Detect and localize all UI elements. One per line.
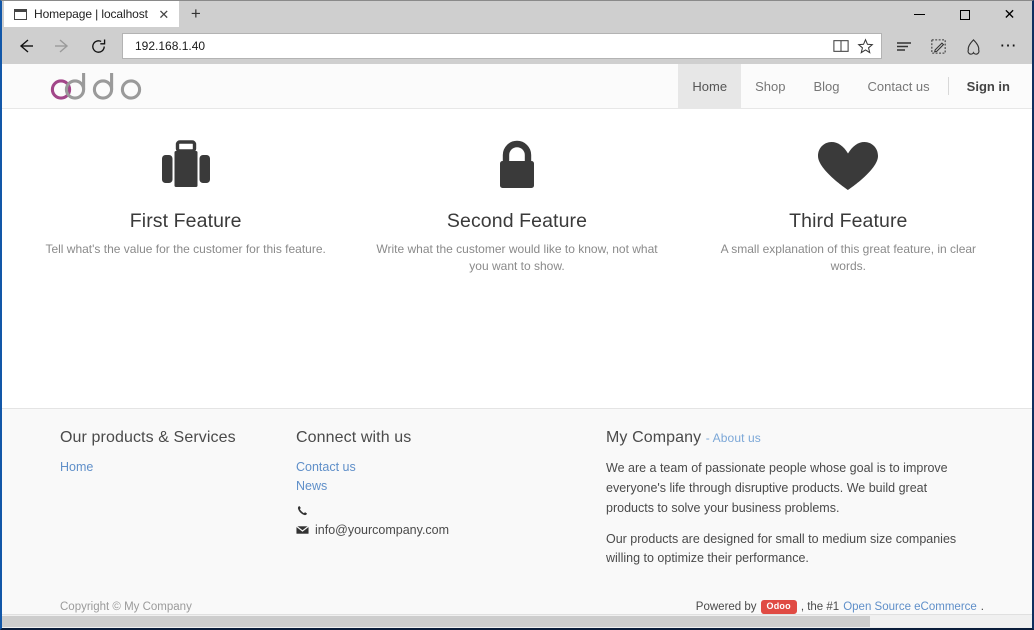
feature-title: First Feature bbox=[129, 210, 242, 232]
nav-item-contact-us[interactable]: Contact us bbox=[854, 64, 944, 108]
nav-item-shop[interactable]: Shop bbox=[741, 64, 799, 108]
page-icon bbox=[14, 8, 27, 20]
web-note-button[interactable] bbox=[921, 31, 956, 61]
new-tab-button[interactable]: + bbox=[178, 1, 213, 27]
footer-heading: Connect with us bbox=[296, 429, 412, 447]
refresh-button[interactable] bbox=[80, 31, 116, 61]
about-us-link[interactable]: - About us bbox=[706, 431, 761, 445]
lock-icon bbox=[375, 135, 658, 197]
nav-item-blog[interactable]: Blog bbox=[799, 64, 853, 108]
odoo-website: Home Shop Blog Contact us Sign in First … bbox=[2, 64, 1032, 614]
share-button[interactable] bbox=[956, 31, 991, 61]
minimize-icon bbox=[914, 14, 925, 15]
feature-block: First Feature Tell what's the value for … bbox=[20, 135, 351, 258]
site-nav: Home Shop Blog Contact us Sign in bbox=[678, 64, 1032, 108]
window-close-button[interactable]: ✕ bbox=[987, 1, 1032, 28]
footer-column-products: Our products & Services Home bbox=[60, 429, 296, 580]
feature-description: A small explanation of this great featur… bbox=[720, 242, 977, 274]
site-header: Home Shop Blog Contact us Sign in bbox=[2, 64, 1032, 109]
title-bar: Homepage | localhost ✕ + ✕ bbox=[2, 1, 1032, 28]
company-paragraph: We are a team of passionate people whose… bbox=[606, 461, 948, 515]
horizontal-scrollbar[interactable] bbox=[2, 614, 1032, 628]
footer-column-connect: Connect with us Contact us News info@you… bbox=[296, 429, 606, 580]
phone-icon bbox=[296, 505, 309, 516]
footer-column-company: My Company - About us We are a team of p… bbox=[606, 429, 987, 580]
site-footer: Our products & Services Home Connect wit… bbox=[2, 408, 1032, 614]
nav-item-home[interactable]: Home bbox=[678, 64, 742, 108]
browser-tab[interactable]: Homepage | localhost ✕ bbox=[4, 1, 179, 27]
footer-heading: My Company - About us bbox=[606, 429, 967, 447]
star-icon[interactable] bbox=[853, 34, 877, 58]
envelope-icon bbox=[296, 525, 309, 535]
back-button[interactable] bbox=[8, 31, 44, 61]
company-name: My Company bbox=[606, 429, 702, 447]
sign-in-link[interactable]: Sign in bbox=[953, 64, 1010, 108]
odoo-logo[interactable] bbox=[2, 64, 145, 108]
feature-title: Second Feature bbox=[446, 210, 588, 232]
hub-button[interactable] bbox=[886, 31, 921, 61]
powered-by: Powered by Odoo , the #1 Open Source eCo… bbox=[696, 600, 984, 614]
feature-title: Third Feature bbox=[789, 210, 908, 232]
hub-lines-icon bbox=[896, 42, 911, 51]
tab-title: Homepage | localhost bbox=[34, 7, 148, 21]
scrollbar-thumb[interactable] bbox=[2, 616, 870, 627]
footer-link-home[interactable]: Home bbox=[60, 459, 296, 476]
odoo-wordmark-icon bbox=[50, 73, 142, 100]
feature-block: Third Feature A small explanation of thi… bbox=[683, 135, 1014, 275]
feature-description: Write what the customer would like to kn… bbox=[376, 242, 658, 274]
window-controls: ✕ bbox=[897, 1, 1032, 28]
forward-button[interactable] bbox=[44, 31, 80, 61]
heart-icon bbox=[707, 135, 990, 197]
footer-email-row: info@yourcompany.com bbox=[296, 521, 606, 538]
powered-mid: , the #1 bbox=[800, 601, 840, 613]
footer-phone-row bbox=[296, 502, 606, 519]
page-viewport: Home Shop Blog Contact us Sign in First … bbox=[2, 64, 1032, 628]
browser-window: Homepage | localhost ✕ + ✕ 192.168.1.40 … bbox=[0, 0, 1034, 630]
url-input[interactable]: 192.168.1.40 bbox=[135, 39, 829, 53]
more-button[interactable]: ⋯ bbox=[991, 31, 1026, 61]
maximize-icon bbox=[959, 9, 970, 20]
odoo-badge[interactable]: Odoo bbox=[760, 600, 797, 614]
toolbar-actions: ⋯ bbox=[886, 31, 1026, 61]
footer-link-contact-us[interactable]: Contact us bbox=[296, 459, 606, 476]
maximize-button[interactable] bbox=[942, 1, 987, 28]
back-arrow-icon bbox=[19, 39, 33, 53]
feature-block: Second Feature Write what the customer w… bbox=[351, 135, 682, 275]
minimize-button[interactable] bbox=[897, 1, 942, 28]
company-paragraph: Our products are designed for small to m… bbox=[606, 531, 957, 566]
feature-description: Tell what's the value for the customer f… bbox=[45, 242, 326, 256]
book-icon[interactable] bbox=[829, 34, 853, 58]
open-source-ecommerce-link[interactable]: Open Source eCommerce bbox=[843, 601, 977, 613]
powered-prefix: Powered by bbox=[695, 601, 757, 613]
features-section: First Feature Tell what's the value for … bbox=[2, 109, 1032, 408]
powered-suffix: . bbox=[980, 601, 984, 613]
close-icon[interactable]: ✕ bbox=[155, 5, 173, 23]
browser-toolbar: 192.168.1.40 ⋯ bbox=[2, 28, 1032, 64]
share-icon bbox=[967, 38, 980, 55]
footer-bottom-bar: Copyright © My Company Powered by Odoo ,… bbox=[2, 580, 1032, 614]
briefcase-icon bbox=[44, 135, 327, 197]
footer-email-value[interactable]: info@yourcompany.com bbox=[315, 523, 449, 537]
refresh-icon bbox=[91, 38, 105, 53]
footer-columns: Our products & Services Home Connect wit… bbox=[2, 429, 1032, 580]
copyright-text: Copyright © My Company bbox=[60, 601, 192, 613]
pen-note-icon bbox=[931, 38, 946, 54]
footer-link-news[interactable]: News bbox=[296, 478, 606, 495]
nav-divider bbox=[947, 77, 949, 95]
forward-arrow-icon bbox=[55, 39, 69, 53]
footer-heading: Our products & Services bbox=[60, 429, 236, 447]
address-bar[interactable]: 192.168.1.40 bbox=[122, 33, 882, 59]
